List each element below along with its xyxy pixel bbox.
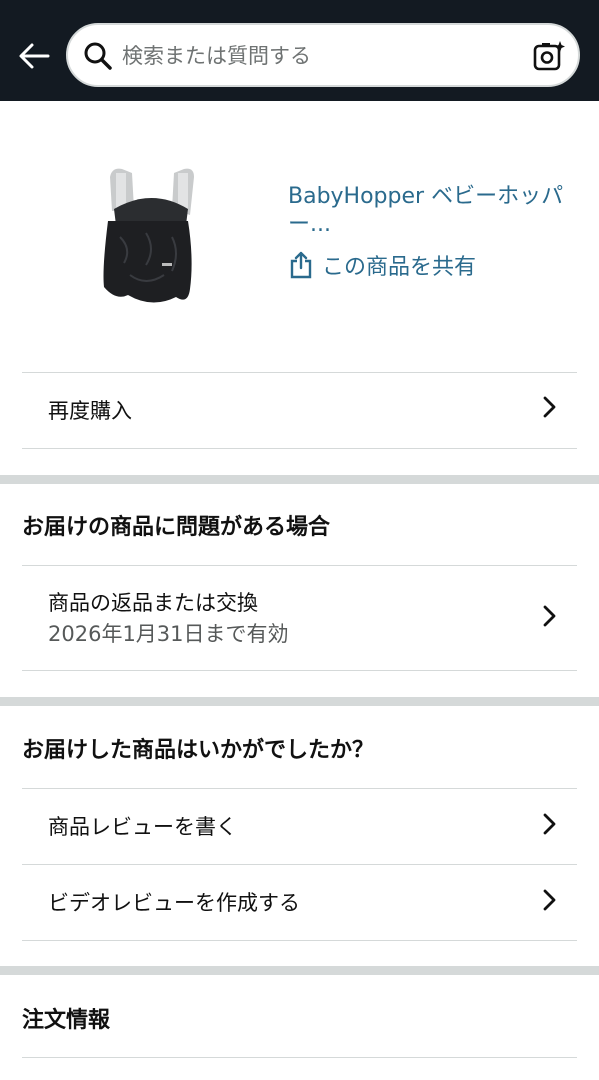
buy-again-label: 再度購入: [48, 399, 132, 423]
product-summary: BabyHopper ベビーホッパー... この商品を共有: [0, 101, 599, 371]
issue-section-title: お届けの商品に問題がある場合: [22, 515, 331, 540]
section-separator: [0, 475, 599, 484]
write-review-label: 商品レビューを書く: [48, 815, 237, 839]
return-deadline-text: 2026年1月31日まで有効: [48, 622, 289, 646]
divider: [22, 940, 577, 941]
buy-again-row[interactable]: 再度購入: [22, 373, 577, 448]
return-or-exchange-row[interactable]: 商品の返品または交換 2026年1月31日まで有効: [22, 566, 577, 670]
search-input[interactable]: [122, 37, 522, 75]
divider: [22, 670, 577, 671]
write-review-row[interactable]: 商品レビューを書く: [22, 789, 577, 864]
video-review-label: ビデオレビューを作成する: [48, 891, 300, 915]
camera-search-icon[interactable]: [532, 39, 566, 73]
section-separator: [0, 697, 599, 706]
section-separator: [0, 966, 599, 975]
order-info-title: 注文情報: [22, 1008, 111, 1033]
share-product-link[interactable]: この商品を共有: [288, 249, 476, 281]
chevron-right-icon: [543, 396, 556, 418]
feedback-section-title: お届けした商品はいかがでしたか？: [22, 738, 375, 763]
return-or-exchange-label: 商品の返品または交換: [48, 591, 258, 615]
search-bar[interactable]: [66, 23, 580, 87]
divider: [22, 448, 577, 449]
search-icon: [84, 42, 112, 70]
share-icon: [290, 251, 312, 279]
chevron-right-icon: [543, 813, 556, 835]
product-title-link[interactable]: BabyHopper ベビーホッパー...: [288, 183, 578, 239]
chevron-right-icon: [543, 889, 556, 911]
video-review-row[interactable]: ビデオレビューを作成する: [22, 865, 577, 940]
share-label: この商品を共有: [322, 255, 477, 280]
chevron-right-icon: [543, 605, 556, 627]
divider: [22, 1057, 577, 1058]
product-image[interactable]: [76, 159, 216, 319]
top-bar: [0, 0, 599, 101]
back-arrow-icon[interactable]: [14, 38, 54, 74]
